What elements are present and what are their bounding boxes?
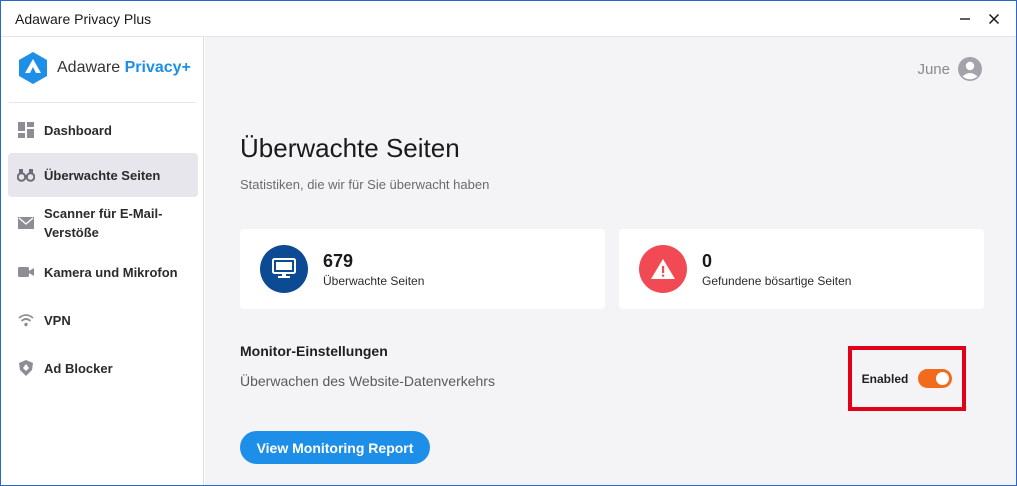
minimize-icon — [960, 18, 970, 20]
sidebar-item-ad-blocker[interactable]: Ad Blocker — [8, 352, 198, 384]
logo-text: Adaware Privacy+ — [57, 59, 191, 77]
sidebar-divider — [9, 102, 196, 103]
logo-name: Adaware — [57, 59, 121, 76]
sidebar: Adaware Privacy+ Dashboard Überwachte Se… — [1, 37, 204, 485]
monitor-toggle[interactable] — [918, 369, 953, 388]
camera-icon — [17, 263, 35, 281]
highlight-box: Enabled — [848, 346, 966, 411]
sidebar-item-monitored-pages[interactable]: Überwachte Seiten — [8, 153, 198, 197]
stat-value: 679 — [323, 251, 354, 271]
monitor-icon — [260, 245, 308, 293]
ad-blocker-shield-icon — [17, 359, 35, 377]
user-name: June — [917, 60, 950, 78]
sidebar-item-camera-mic[interactable]: Kamera und Mikrofon — [8, 256, 198, 288]
page-title: Überwachte Seiten — [240, 133, 460, 163]
settings-description: Überwachen des Website-Datenverkehrs — [240, 373, 495, 389]
app-logo: Adaware Privacy+ — [17, 51, 191, 85]
settings-title: Monitor-Einstellungen — [240, 343, 388, 359]
sidebar-item-label: Scanner für E-Mail-Verstöße — [44, 206, 163, 240]
window-title: Adaware Privacy Plus — [15, 11, 152, 27]
sidebar-item-label: Ad Blocker — [44, 360, 113, 376]
sidebar-item-vpn[interactable]: VPN — [8, 304, 198, 336]
minimize-button[interactable] — [952, 7, 978, 31]
sidebar-item-label: Kamera und Mikrofon — [44, 264, 178, 280]
stat-label: Gefundene bösartige Seiten — [702, 274, 852, 288]
view-monitoring-report-button[interactable]: View Monitoring Report — [240, 431, 430, 464]
page-subtitle: Statistiken, die wir für Sie überwacht h… — [240, 177, 490, 192]
logo-accent: Privacy+ — [124, 59, 191, 76]
close-icon — [988, 13, 1000, 25]
wifi-icon — [17, 311, 35, 329]
sidebar-item-dashboard[interactable]: Dashboard — [8, 114, 198, 146]
stat-card-malicious-pages: 0 Gefundene bösartige Seiten — [619, 229, 984, 309]
user-menu[interactable]: June — [917, 57, 982, 81]
close-button[interactable] — [981, 7, 1007, 31]
sidebar-item-label: Dashboard — [44, 122, 112, 138]
sidebar-item-label: Überwachte Seiten — [44, 167, 161, 183]
toggle-knob — [936, 372, 950, 385]
dashboard-grid-icon — [17, 121, 35, 139]
toggle-label: Enabled — [861, 371, 909, 386]
shield-logo-icon — [19, 52, 47, 84]
envelope-icon — [17, 214, 35, 232]
binoculars-icon — [17, 166, 35, 184]
sidebar-item-email-breach-scanner[interactable]: Scanner für E-Mail-Verstöße — [8, 203, 198, 243]
sidebar-item-label: VPN — [44, 312, 71, 328]
main-panel: June Überwachte Seiten Statistiken, die … — [205, 37, 1016, 485]
stat-card-monitored-pages: 679 Überwachte Seiten — [240, 229, 605, 309]
stat-label: Überwachte Seiten — [323, 274, 425, 288]
user-avatar-icon — [958, 57, 982, 81]
stat-value: 0 — [702, 251, 713, 271]
warning-triangle-icon — [639, 245, 687, 293]
app-window: Adaware Privacy Plus Adaware Privacy+ Da… — [0, 0, 1017, 486]
title-bar: Adaware Privacy Plus — [1, 1, 1016, 37]
